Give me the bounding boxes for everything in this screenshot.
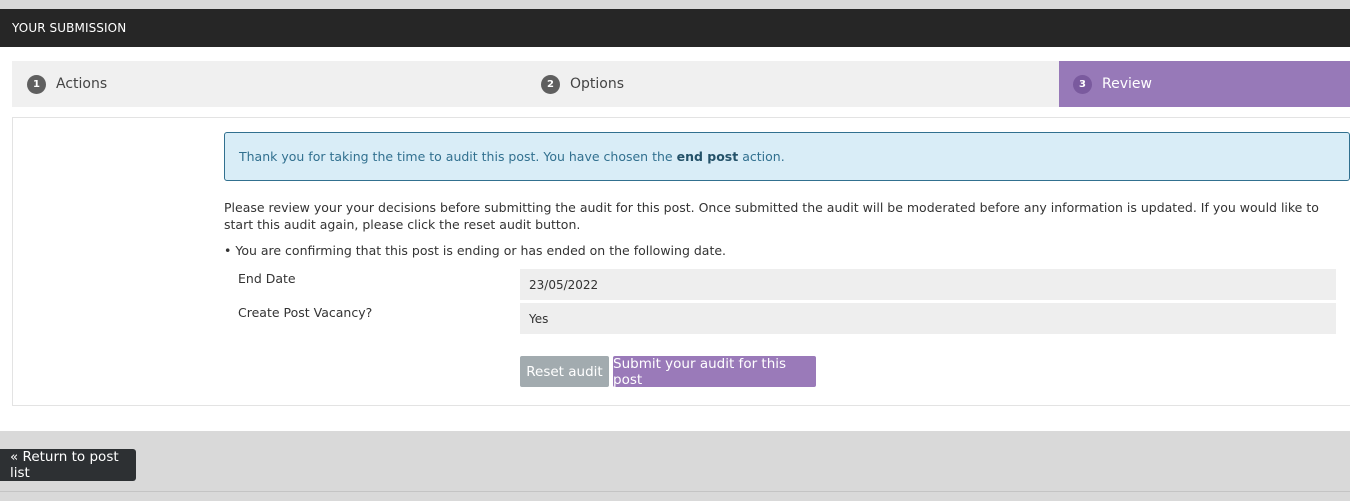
page-header: YOUR SUBMISSION xyxy=(0,9,1350,47)
alert-text: Thank you for taking the time to audit t… xyxy=(239,149,673,164)
step-options[interactable]: 2 Options xyxy=(541,61,624,107)
alert-text-end: action. xyxy=(742,149,785,164)
step-review-active[interactable]: 3 Review xyxy=(1059,61,1350,107)
footer-divider xyxy=(0,491,1350,492)
reset-audit-button[interactable]: Reset audit xyxy=(520,356,609,387)
alert-action-name: end post xyxy=(676,149,739,164)
info-alert: Thank you for taking the time to audit t… xyxy=(224,132,1350,181)
create-vacancy-value: Yes xyxy=(520,303,1336,334)
step-label: Actions xyxy=(56,76,108,92)
step-number-badge: 3 xyxy=(1073,74,1092,94)
wizard-steps: 1 Actions 2 Options 3 Review xyxy=(12,61,1350,107)
step-number-badge: 2 xyxy=(541,74,560,94)
step-number-badge: 1 xyxy=(27,74,46,94)
create-vacancy-label: Create Post Vacancy? xyxy=(238,305,373,320)
top-strip xyxy=(0,0,1350,9)
end-date-label: End Date xyxy=(238,271,296,286)
return-to-post-list-button[interactable]: « Return to post list xyxy=(0,449,136,481)
confirmation-text: • You are confirming that this post is e… xyxy=(224,243,727,258)
submit-audit-button[interactable]: Submit your audit for this post xyxy=(613,356,816,388)
end-date-value: 23/05/2022 xyxy=(520,269,1336,300)
step-label: Options xyxy=(570,76,625,92)
step-label: Review xyxy=(1102,76,1152,92)
review-instructions: Please review your your decisions before… xyxy=(224,200,1319,232)
step-actions[interactable]: 1 Actions xyxy=(27,61,107,107)
page-title: YOUR SUBMISSION xyxy=(12,21,127,35)
